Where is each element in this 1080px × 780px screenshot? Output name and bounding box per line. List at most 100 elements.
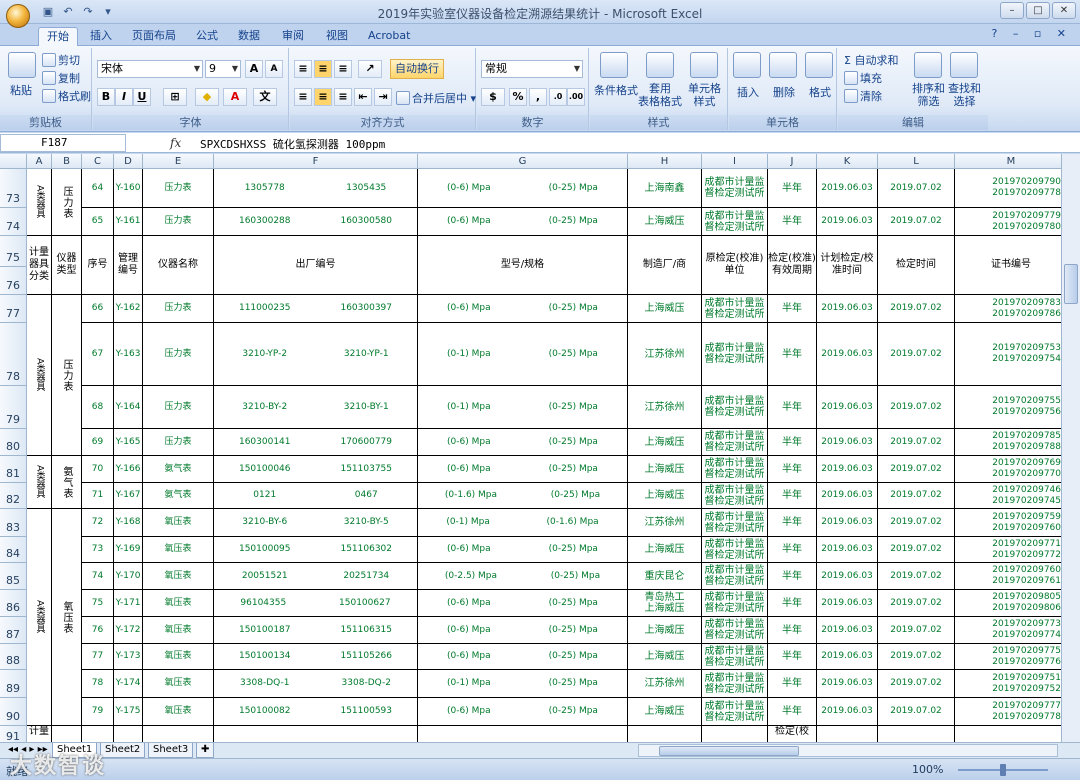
cell-serials[interactable]: 3210-BY-6 3210-BY-5 <box>214 509 418 537</box>
format-painter-button[interactable]: 格式刷 <box>42 88 91 104</box>
cell-unit[interactable]: 成都市计量监督检定测试所 <box>702 483 768 509</box>
cell-period[interactable]: 半年 <box>768 698 817 726</box>
cell-date[interactable]: 2019.07.02 <box>878 617 955 644</box>
cell-mgmt[interactable]: Y-161 <box>114 208 143 236</box>
autosum-button[interactable]: Σ 自动求和 <box>844 52 898 68</box>
cell-styles-button[interactable]: 单元格 样式 <box>688 82 721 108</box>
align-top-icon[interactable]: ≡ <box>294 60 312 78</box>
cell-serials[interactable]: 1305778 1305435 <box>214 169 418 208</box>
minimize-button[interactable]: – <box>1000 2 1024 19</box>
tab-data[interactable]: 数据 <box>230 27 268 46</box>
cell-mgmt[interactable]: Y-171 <box>114 590 143 617</box>
shrink-font-button[interactable]: A <box>265 60 283 78</box>
row-header[interactable]: 77 <box>0 295 27 323</box>
header-cell-k[interactable]: 计划检定/校准时间 <box>817 236 878 295</box>
conditional-format-button[interactable]: 条件格式 <box>594 82 638 98</box>
header-cell-d[interactable]: 管理编号 <box>114 236 143 295</box>
partial-cell[interactable] <box>143 726 214 742</box>
cell-seq[interactable]: 70 <box>82 456 114 483</box>
cell-spec[interactable]: (0-6) Mpa (0-25) Mpa <box>418 644 628 670</box>
cell-period[interactable]: 半年 <box>768 644 817 670</box>
row-header[interactable]: 82 <box>0 483 27 509</box>
align-left-icon[interactable]: ≡ <box>294 88 312 106</box>
sort-filter-button[interactable]: 排序和 筛选 <box>912 82 945 108</box>
cell-unit[interactable]: 成都市计量监督检定测试所 <box>702 509 768 537</box>
cell-unit[interactable]: 成都市计量监督检定测试所 <box>702 563 768 590</box>
cell-period[interactable]: 半年 <box>768 563 817 590</box>
cell-plan[interactable]: 2019.06.03 <box>817 698 878 726</box>
cell-date[interactable]: 2019.07.02 <box>878 483 955 509</box>
align-right-icon[interactable]: ≡ <box>334 88 352 106</box>
align-bottom-icon[interactable]: ≡ <box>334 60 352 78</box>
cell-unit[interactable]: 成都市计量监督检定测试所 <box>702 169 768 208</box>
cell-date[interactable]: 2019.07.02 <box>878 295 955 323</box>
cell-name[interactable]: 压力表 <box>143 386 214 429</box>
cell-date[interactable]: 2019.07.02 <box>878 698 955 726</box>
partial-cell[interactable] <box>82 726 114 742</box>
cell-unit[interactable]: 成都市计量监督检定测试所 <box>702 295 768 323</box>
fx-icon[interactable]: fx <box>170 136 181 150</box>
cell-certificates[interactable]: 201970209773 201970209774 <box>955 617 1068 644</box>
row-header[interactable]: 87 <box>0 617 27 644</box>
header-cell-f[interactable]: 出厂编号 <box>214 236 418 295</box>
partial-cell-a[interactable]: 计量 <box>27 726 52 742</box>
cell-serials[interactable]: 3210-BY-2 3210-BY-1 <box>214 386 418 429</box>
cell-period[interactable]: 半年 <box>768 386 817 429</box>
cell-plan[interactable]: 2019.06.03 <box>817 323 878 386</box>
name-box[interactable]: F187 <box>0 134 126 152</box>
cell-spec[interactable]: (0-6) Mpa (0-25) Mpa <box>418 208 628 236</box>
currency-icon[interactable]: $ <box>481 88 505 106</box>
cell-seq[interactable]: 71 <box>82 483 114 509</box>
header-cell-m[interactable]: 证书编号 <box>955 236 1068 295</box>
cell-date[interactable]: 2019.07.02 <box>878 509 955 537</box>
bold-button[interactable]: B <box>97 88 115 106</box>
cell-seq[interactable]: 67 <box>82 323 114 386</box>
cell-spec[interactable]: (0-6) Mpa (0-25) Mpa <box>418 617 628 644</box>
cell-name[interactable]: 氨气表 <box>143 456 214 483</box>
column-header[interactable]: B <box>52 154 82 169</box>
cell-maker[interactable]: 上海威压 <box>628 698 702 726</box>
cell-period[interactable]: 半年 <box>768 483 817 509</box>
cell-seq[interactable]: 77 <box>82 644 114 670</box>
cell-plan[interactable]: 2019.06.03 <box>817 169 878 208</box>
cell-certificates[interactable]: 201970209790 201970209778 <box>955 169 1068 208</box>
fill-button[interactable]: 填充 <box>844 70 882 86</box>
office-button[interactable] <box>6 4 30 28</box>
cell-certificates[interactable]: 201970209746 201970209745 <box>955 483 1068 509</box>
cell-unit[interactable]: 成都市计量监督检定测试所 <box>702 323 768 386</box>
help-and-workbook-controls[interactable]: ? – ▫ ✕ <box>992 27 1073 40</box>
cell-serials[interactable]: 160300141 170600779 <box>214 429 418 456</box>
cell-maker[interactable]: 上海威压 <box>628 537 702 563</box>
cell-plan[interactable]: 2019.06.03 <box>817 386 878 429</box>
horizontal-scroll-thumb[interactable] <box>659 746 799 756</box>
sheet-tab-sheet2[interactable]: Sheet2 <box>100 743 146 758</box>
cell-maker[interactable]: 江苏徐州 <box>628 509 702 537</box>
cell-certificates[interactable]: 201970209751 201970209752 <box>955 670 1068 698</box>
partial-cell[interactable] <box>628 726 702 742</box>
cell-period[interactable]: 半年 <box>768 169 817 208</box>
type-ammonia[interactable]: 氨气表 <box>52 456 82 509</box>
italic-button[interactable]: I <box>115 88 133 106</box>
zoom-level[interactable]: 100% <box>912 763 943 776</box>
cell-unit[interactable]: 成都市计量监督检定测试所 <box>702 208 768 236</box>
percent-button[interactable]: % <box>509 88 527 106</box>
sheet-tab-sheet3[interactable]: Sheet3 <box>148 743 194 758</box>
header-cell-e[interactable]: 仪器名称 <box>143 236 214 295</box>
cell-spec[interactable]: (0-1.6) Mpa (0-25) Mpa <box>418 483 628 509</box>
row-header[interactable]: 84 <box>0 537 27 563</box>
header-cell-j[interactable]: 检定(校准)有效周期 <box>768 236 817 295</box>
cell-maker[interactable]: 江苏徐州 <box>628 323 702 386</box>
cell-seq[interactable]: 79 <box>82 698 114 726</box>
category-a-class[interactable]: A类器具 <box>27 509 52 726</box>
cell-serials[interactable]: 20051521 20251734 <box>214 563 418 590</box>
cell-certificates[interactable]: 201970209760 201970209761 <box>955 563 1068 590</box>
paste-button[interactable]: 粘贴 <box>10 82 32 98</box>
header-cell-g[interactable]: 型号/规格 <box>418 236 628 295</box>
cell-mgmt[interactable]: Y-166 <box>114 456 143 483</box>
font-name-select[interactable]: 宋体 ▼ <box>97 60 203 78</box>
cell-seq[interactable]: 69 <box>82 429 114 456</box>
header-cell-i[interactable]: 原检定(校准)单位 <box>702 236 768 295</box>
vertical-scroll-thumb[interactable] <box>1064 264 1078 304</box>
cell-name[interactable]: 氧压表 <box>143 509 214 537</box>
cell-plan[interactable]: 2019.06.03 <box>817 429 878 456</box>
